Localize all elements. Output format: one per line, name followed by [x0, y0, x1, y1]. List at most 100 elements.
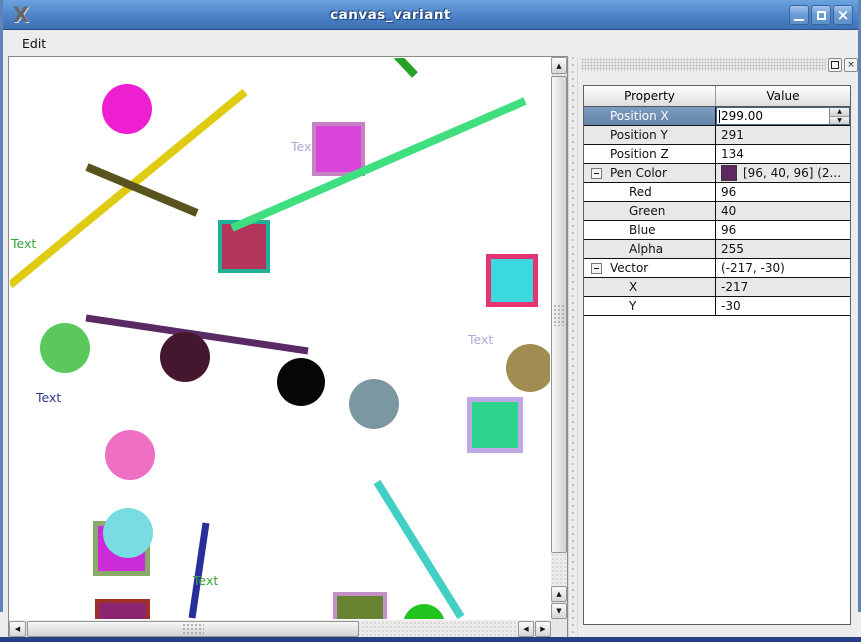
title-bar[interactable]: X canvas_variant × [0, 0, 861, 30]
canvas-text-label[interactable]: Text [467, 332, 493, 347]
text-cursor [719, 110, 720, 123]
canvas-line[interactable] [397, 58, 415, 75]
canvas-square[interactable] [220, 222, 268, 271]
float-window-icon [831, 61, 839, 69]
property-value: 134 [721, 147, 744, 161]
header-value[interactable]: Value [716, 86, 850, 106]
canvas-line[interactable] [377, 482, 461, 617]
scroll-left-button[interactable]: ◀ [9, 621, 26, 637]
canvas-text-label[interactable]: Text [35, 390, 61, 405]
close-button[interactable]: × [833, 5, 853, 25]
canvas-circle[interactable] [40, 323, 90, 373]
canvas-square[interactable] [489, 257, 536, 305]
canvas-circle[interactable] [160, 332, 210, 382]
canvas-square[interactable] [335, 594, 385, 619]
canvas-circle[interactable] [105, 430, 155, 480]
horizontal-scrollbar-thumb[interactable] [27, 621, 359, 637]
collapse-icon[interactable] [591, 168, 602, 179]
property-row-alpha[interactable]: Alpha255 [584, 240, 850, 259]
scroll-up-button-bottom[interactable]: ▲ [551, 586, 567, 602]
property-value-cell[interactable]: 291 [716, 126, 850, 144]
property-row-pen-color[interactable]: Pen Color[96, 40, 96] (2... [584, 164, 850, 183]
canvas-text-label[interactable]: Text [10, 236, 36, 251]
canvas-viewport[interactable]: TextTextTextTextText [9, 57, 551, 620]
arrow-up-icon: ▲ [556, 62, 561, 70]
splitter-handle[interactable] [568, 57, 578, 637]
maximize-icon [817, 11, 826, 20]
maximize-button[interactable] [811, 5, 831, 25]
property-row-position-y[interactable]: Position Y 291 [584, 126, 850, 145]
close-icon: × [837, 8, 850, 23]
property-value-cell[interactable]: -30 [716, 297, 850, 315]
property-label: Vector [602, 261, 648, 275]
scroll-right-button[interactable]: ▶ [535, 621, 551, 637]
arrow-right-icon: ▶ [540, 625, 545, 633]
canvas-text-label[interactable]: Text [192, 573, 218, 588]
property-row-position-x[interactable]: Position X299.00▲▼ [584, 107, 850, 126]
canvas-circle[interactable] [349, 379, 399, 429]
property-value: -30 [721, 299, 741, 313]
property-value-cell[interactable]: 255 [716, 240, 850, 258]
property-value-cell[interactable]: -217 [716, 278, 850, 296]
dock-close-button[interactable]: × [844, 58, 858, 72]
spin-up-button[interactable]: ▲ [830, 108, 849, 117]
property-name-cell[interactable]: Red [584, 183, 716, 201]
scroll-down-button[interactable]: ▼ [551, 603, 567, 619]
canvas-circle[interactable] [277, 358, 325, 406]
canvas-vertical-scrollbar[interactable]: ▲ ▲ ▼ [551, 57, 567, 620]
spin-down-button[interactable]: ▼ [830, 117, 849, 125]
collapse-icon[interactable] [591, 263, 602, 274]
property-value-cell[interactable]: 134 [716, 145, 850, 163]
property-row-y[interactable]: Y -30 [584, 297, 850, 316]
canvas-line[interactable] [192, 523, 206, 618]
canvas-square[interactable] [97, 601, 148, 619]
scroll-left-button-right[interactable]: ◀ [518, 621, 534, 637]
property-name-cell[interactable]: X [584, 278, 716, 296]
property-value-cell[interactable]: 96 [716, 183, 850, 201]
property-name-cell[interactable]: Y [584, 297, 716, 315]
property-row-red[interactable]: Red96 [584, 183, 850, 202]
property-row-green[interactable]: Green40 [584, 202, 850, 221]
scrollbar-corner [551, 621, 567, 637]
property-row-vector[interactable]: Vector (-217, -30) [584, 259, 850, 278]
property-value-cell[interactable]: (-217, -30) [716, 259, 850, 277]
property-name-cell[interactable]: Green [584, 202, 716, 220]
position-x-spinbox[interactable]: 299.00▲▼ [716, 107, 850, 125]
menu-edit[interactable]: Edit [14, 33, 54, 54]
header-property[interactable]: Property [584, 86, 716, 106]
vertical-scrollbar-thumb[interactable] [551, 76, 567, 553]
property-table: Property Value Position X299.00▲▼Positio… [583, 85, 851, 625]
property-value-cell[interactable]: 96 [716, 221, 850, 239]
property-row-blue[interactable]: Blue 96 [584, 221, 850, 240]
dock-float-button[interactable] [828, 58, 842, 72]
canvas-square[interactable] [314, 124, 363, 174]
property-value-cell[interactable]: 299.00▲▼ [716, 107, 850, 125]
property-label: Blue [584, 223, 656, 237]
canvas-circle[interactable] [506, 344, 550, 392]
property-name-cell[interactable]: Position X [584, 107, 716, 125]
scroll-up-button[interactable]: ▲ [551, 57, 567, 74]
canvas-circle[interactable] [103, 508, 153, 558]
close-icon: × [847, 60, 855, 70]
property-value-cell[interactable]: [96, 40, 96] (2... [716, 164, 850, 182]
property-row-x[interactable]: X-217 [584, 278, 850, 297]
canvas-svg[interactable]: TextTextTextTextText [10, 58, 550, 619]
property-name-cell[interactable]: Position Y [584, 126, 716, 144]
property-name-cell[interactable]: Vector [584, 259, 716, 277]
canvas-horizontal-scrollbar[interactable]: ◀ ◀ ▶ [9, 621, 551, 637]
canvas-circle[interactable] [102, 84, 152, 134]
minimize-button[interactable] [789, 5, 809, 25]
canvas-line[interactable] [232, 101, 525, 228]
property-name-cell[interactable]: Blue [584, 221, 716, 239]
property-value: 96 [721, 223, 736, 237]
property-value: 291 [721, 128, 744, 142]
property-value: (-217, -30) [721, 261, 785, 275]
property-name-cell[interactable]: Position Z [584, 145, 716, 163]
dock-titlebar[interactable] [581, 58, 826, 71]
property-name-cell[interactable]: Alpha [584, 240, 716, 258]
property-value-cell[interactable]: 40 [716, 202, 850, 220]
canvas-circle[interactable] [403, 604, 445, 619]
property-row-position-z[interactable]: Position Z 134 [584, 145, 850, 164]
property-name-cell[interactable]: Pen Color [584, 164, 716, 182]
canvas-square[interactable] [470, 400, 521, 451]
